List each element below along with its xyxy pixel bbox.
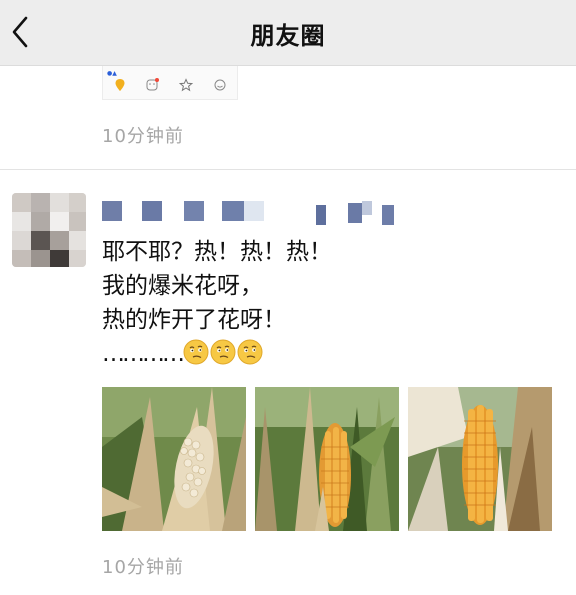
nickname-blurred[interactable] xyxy=(100,201,400,225)
avatar[interactable] xyxy=(12,193,86,267)
page-title: 朋友圈 xyxy=(250,22,326,50)
photo-grid xyxy=(102,387,552,531)
corn-cob-photo-2[interactable] xyxy=(255,387,399,531)
popped-corn-photo[interactable] xyxy=(102,387,246,531)
face-icon xyxy=(146,78,159,91)
previous-post: ●▲ 10分钟前 xyxy=(0,66,576,170)
post-text-line: 热的炸开了花呀！ xyxy=(102,307,286,333)
post-text: 耶不耶？热！热！热！ 我的爆米花呀， 热的炸开了花呀！ ………… xyxy=(102,235,542,371)
location-pin-icon xyxy=(115,79,125,91)
smile-icon xyxy=(214,79,226,91)
app-logo-icon: ●▲ xyxy=(107,70,117,77)
corn-cob-photo-3[interactable] xyxy=(408,387,552,531)
star-icon xyxy=(179,78,193,92)
post-text-line: 我的爆米花呀， xyxy=(102,273,263,299)
post-time: 10分钟前 xyxy=(102,126,184,147)
post-text-line-with-emoji: ………… xyxy=(102,337,542,371)
post-text-line: 耶不耶？热！热！热！ xyxy=(102,239,332,265)
post-time: 10分钟前 xyxy=(102,557,184,578)
thinking-emoji-icon xyxy=(237,339,263,365)
thinking-emoji-icon xyxy=(210,339,236,365)
thinking-emoji-icon xyxy=(183,339,209,365)
moments-post: 耶不耶？热！热！热！ 我的爆米花呀， 热的炸开了花呀！ ………… 10分钟前 xyxy=(0,171,576,595)
shared-link-thumbnail[interactable]: ●▲ xyxy=(102,66,238,100)
ellipsis-text: ………… xyxy=(102,341,185,367)
top-nav-bar: 朋友圈 xyxy=(0,0,576,66)
